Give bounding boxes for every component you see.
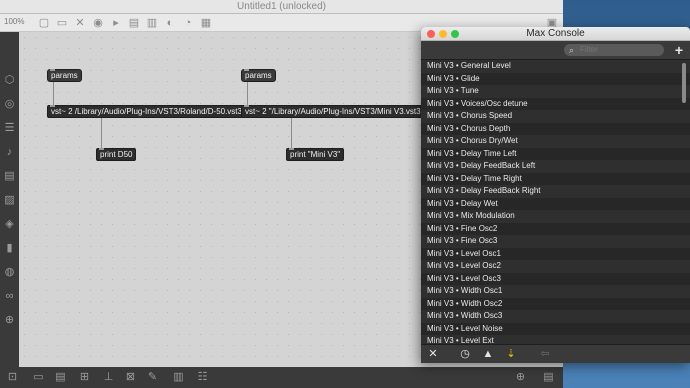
grid-snap-icon[interactable]: ⊞ [78, 371, 91, 384]
object-text: params [51, 71, 78, 80]
message-icon[interactable]: ▭ [56, 17, 68, 29]
console-row[interactable]: Mini V3 • Delay Time Right [421, 172, 690, 185]
scroll-to-bottom-icon[interactable]: ⇣ [504, 348, 518, 361]
inlet[interactable] [99, 148, 104, 150]
zoom-level[interactable]: 100% [4, 17, 24, 26]
grid-icon[interactable]: ▤ [3, 170, 16, 183]
console-row[interactable]: Mini V3 • General Level [421, 60, 690, 73]
loop-icon[interactable]: ∞ [3, 290, 16, 303]
target-icon[interactable]: ◎ [3, 98, 16, 111]
music-note-icon[interactable]: ♪ [3, 146, 16, 159]
inspector-icon[interactable]: ☷ [196, 371, 209, 384]
print-object-right[interactable]: print "Mini V3" [286, 148, 345, 161]
console-row[interactable]: Mini V3 • Delay Wet [421, 197, 690, 210]
patch-cord[interactable] [247, 82, 248, 107]
object-text: vst~ 2 "/Library/Audio/Plug-Ins/VST3/Min… [245, 107, 424, 116]
console-row[interactable]: Mini V3 • Level Noise [421, 322, 690, 335]
console-titlebar[interactable]: Max Console [421, 27, 690, 41]
piano-icon[interactable]: ▥ [172, 371, 185, 384]
comment-bubble-icon[interactable]: ▤ [54, 371, 67, 384]
toggle-icon[interactable]: ✕ [74, 17, 86, 29]
lock-icon[interactable]: ⊡ [6, 371, 19, 384]
object-text: vst~ 2 /Library/Audio/Plug-Ins/VST3/Rola… [51, 107, 242, 116]
console-row[interactable]: Mini V3 • Tune [421, 85, 690, 98]
chart-icon[interactable]: ▮ [3, 242, 16, 255]
console-row[interactable]: Mini V3 • Width Osc1 [421, 285, 690, 298]
console-row[interactable]: Mini V3 • Chorus Dry/Wet [421, 135, 690, 148]
console-row[interactable]: Mini V3 • Voices/Osc detune [421, 97, 690, 110]
button-icon[interactable]: ◉ [92, 17, 104, 29]
console-row[interactable]: Mini V3 • Delay Time Left [421, 147, 690, 160]
patcher-bottom-toolbar: ⊡ ▭ ▤ ⊞ ⊥ ⊠ ✎ ▥ ☷ ⊕ ▤ [0, 367, 563, 388]
console-row[interactable]: Mini V3 • Level Osc3 [421, 272, 690, 285]
filter-input[interactable] [564, 44, 664, 56]
image-icon[interactable]: ▨ [3, 194, 16, 207]
console-row[interactable]: Mini V3 • Fine Osc2 [421, 222, 690, 235]
new-object-icon[interactable]: ▢ [38, 17, 50, 29]
console-row[interactable]: Mini V3 • Width Osc2 [421, 297, 690, 310]
patch-cord[interactable] [53, 82, 54, 107]
back-arrow-icon[interactable]: ⇦ [538, 348, 552, 361]
globe-icon[interactable]: ◍ [3, 266, 16, 279]
patcher-left-toolbar: ⬡ ◎ ☰ ♪ ▤ ▨ ◈ ▮ ◍ ∞ ⊕ [0, 32, 19, 367]
warning-icon[interactable]: ▲ [481, 348, 495, 361]
inlet[interactable] [244, 105, 249, 107]
inlet[interactable] [50, 105, 55, 107]
inlet[interactable] [289, 148, 294, 150]
wand-icon[interactable]: ✎ [146, 371, 159, 384]
console-title: Max Console [526, 28, 585, 39]
console-scrollbar[interactable] [682, 63, 686, 103]
console-message-list[interactable]: Mini V3 • General Level Mini V3 • Glide Mi… [421, 60, 690, 344]
network-icon[interactable]: ⊕ [3, 314, 16, 327]
cube-icon[interactable]: ⬡ [3, 74, 16, 87]
console-row[interactable]: Mini V3 • Mix Modulation [421, 210, 690, 223]
console-row[interactable]: Mini V3 • Width Osc3 [421, 310, 690, 323]
search-icon: ⌕ [569, 45, 575, 55]
distribute-icon[interactable]: ⊠ [124, 371, 137, 384]
console-row[interactable]: Mini V3 • Fine Osc3 [421, 235, 690, 248]
slider-icon[interactable]: ▥ [146, 17, 158, 29]
console-row[interactable]: Mini V3 • Delay FeedBack Left [421, 160, 690, 173]
align-icon[interactable]: ⊥ [102, 371, 115, 384]
keyboard-icon[interactable]: ▦ [200, 17, 212, 29]
patcher-title: Untitled1 (unlocked) [237, 1, 326, 12]
object-text: print D50 [100, 150, 133, 159]
vst-object-right[interactable]: vst~ 2 "/Library/Audio/Plug-Ins/VST3/Min… [241, 105, 428, 118]
inlet[interactable] [50, 69, 55, 71]
clock-icon[interactable]: ◷ [458, 348, 472, 361]
console-row[interactable]: Mini V3 • Glide [421, 72, 690, 85]
max-console-window: Max Console ⌕ + Mini V3 • General LevelM… [421, 27, 690, 363]
add-button[interactable]: + [672, 42, 686, 58]
list-icon[interactable]: ☰ [3, 122, 16, 135]
console-row[interactable]: Mini V3 • Level Osc2 [421, 260, 690, 273]
params-message-right[interactable]: params [241, 69, 276, 82]
presentation-icon[interactable]: ▭ [32, 371, 45, 384]
tag-icon[interactable]: ◈ [3, 218, 16, 231]
console-bottom-toolbar: ✕ ◷ ▲ ⇣ ⇦ [421, 344, 690, 363]
console-row[interactable]: Mini V3 • Level Ext [421, 335, 690, 344]
console-row[interactable]: Mini V3 • Chorus Depth [421, 122, 690, 135]
console-row[interactable]: Mini V3 • Chorus Speed [421, 110, 690, 123]
patcher-titlebar[interactable]: Untitled1 (unlocked) [0, 0, 563, 14]
add-circle-icon[interactable]: ⊕ [514, 371, 527, 384]
desktop: Untitled1 (unlocked) 100% ▢ ▭ ✕ ◉ ▸ ▤ ▥ … [0, 0, 690, 388]
console-row[interactable]: Mini V3 • Delay FeedBack Right [421, 185, 690, 198]
console-row[interactable]: Mini V3 • Level Osc1 [421, 247, 690, 260]
meter-icon[interactable]: ◔ [182, 17, 194, 29]
console-toolbar: ⌕ + [421, 41, 690, 60]
comment-icon[interactable]: ▤ [128, 17, 140, 29]
object-text: params [245, 71, 272, 80]
folder-icon[interactable]: ▤ [542, 371, 555, 384]
dial-icon[interactable]: ◐ [164, 17, 176, 29]
params-message-left[interactable]: params [47, 69, 82, 82]
inlet[interactable] [244, 69, 249, 71]
object-text: print "Mini V3" [290, 150, 341, 159]
clear-console-icon[interactable]: ✕ [426, 348, 440, 361]
number-icon[interactable]: ▸ [110, 17, 122, 29]
print-object-left[interactable]: print D50 [96, 148, 137, 161]
vst-object-left[interactable]: vst~ 2 /Library/Audio/Plug-Ins/VST3/Rola… [47, 105, 246, 118]
